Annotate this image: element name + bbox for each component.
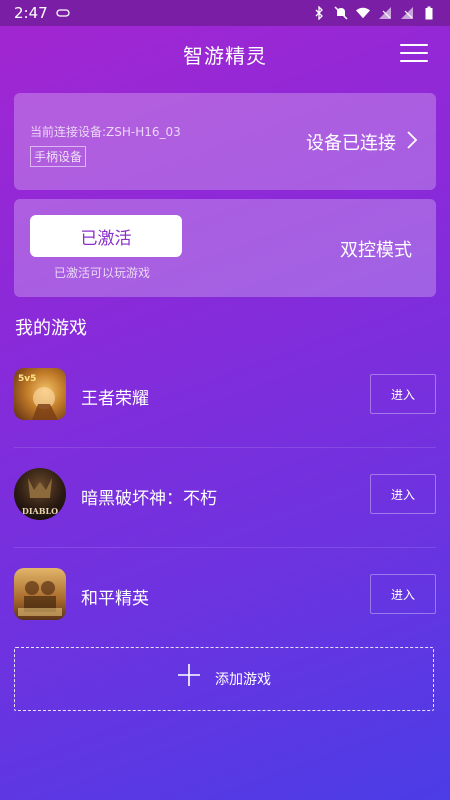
game-name: 暗黑破坏神：不朽 <box>81 489 217 509</box>
game-icon-peacekeeper-elite <box>14 568 66 620</box>
device-status-label: 设备已连接 <box>306 133 396 154</box>
wifi-icon <box>356 6 370 20</box>
activated-button[interactable]: 已激活 <box>30 215 182 257</box>
app-header: 智游精灵 <box>0 26 450 82</box>
game-row: 和平精英 进入 <box>0 548 450 648</box>
game-name: 王者荣耀 <box>81 389 149 409</box>
dual-control-mode-label[interactable]: 双控模式 <box>340 236 412 262</box>
game-row: DIABLO 暗黑破坏神：不朽 进入 <box>0 448 450 548</box>
mode-card: 已激活 已激活可以玩游戏 双控模式 <box>14 199 436 297</box>
diablo-logo-text: DIABLO <box>22 506 58 516</box>
game-icon-honor-of-kings: 5v5 <box>14 368 66 420</box>
battery-icon <box>422 6 436 20</box>
device-card[interactable]: 当前连接设备:ZSH-H16_03 手柄设备 设备已连接 <box>14 93 436 190</box>
chevron-right-icon <box>406 130 418 155</box>
enter-game-button[interactable]: 进入 <box>370 374 436 414</box>
page-title: 智游精灵 <box>183 43 267 68</box>
plus-icon <box>177 663 201 693</box>
enter-game-button[interactable]: 进入 <box>370 474 436 514</box>
enter-game-button[interactable]: 进入 <box>370 574 436 614</box>
signal-off-icon <box>400 6 414 20</box>
svg-text:5v5: 5v5 <box>18 374 36 384</box>
signal-off-icon <box>378 6 392 20</box>
game-icon-diablo-immortal: DIABLO <box>14 468 66 520</box>
device-type-badge: 手柄设备 <box>30 146 87 167</box>
mute-icon <box>334 6 348 20</box>
device-info: 当前连接设备:ZSH-H16_03 手柄设备 <box>30 123 181 167</box>
current-device-label: 当前连接设备:ZSH-H16_03 <box>30 125 181 139</box>
game-row: 5v5 王者荣耀 进入 <box>0 348 450 448</box>
my-games-title: 我的游戏 <box>15 318 87 339</box>
add-game-button[interactable]: 添加游戏 <box>14 647 434 711</box>
bluetooth-icon <box>312 6 326 20</box>
hamburger-menu-icon[interactable] <box>400 44 428 66</box>
activated-note: 已激活可以玩游戏 <box>54 266 151 280</box>
game-name: 和平精英 <box>81 589 149 609</box>
add-game-label: 添加游戏 <box>215 672 271 688</box>
status-bar: 2:47 <box>0 0 450 26</box>
status-time: 2:47 <box>14 4 48 22</box>
gamepad-icon <box>56 6 70 20</box>
device-connected-link[interactable]: 设备已连接 <box>306 129 418 155</box>
